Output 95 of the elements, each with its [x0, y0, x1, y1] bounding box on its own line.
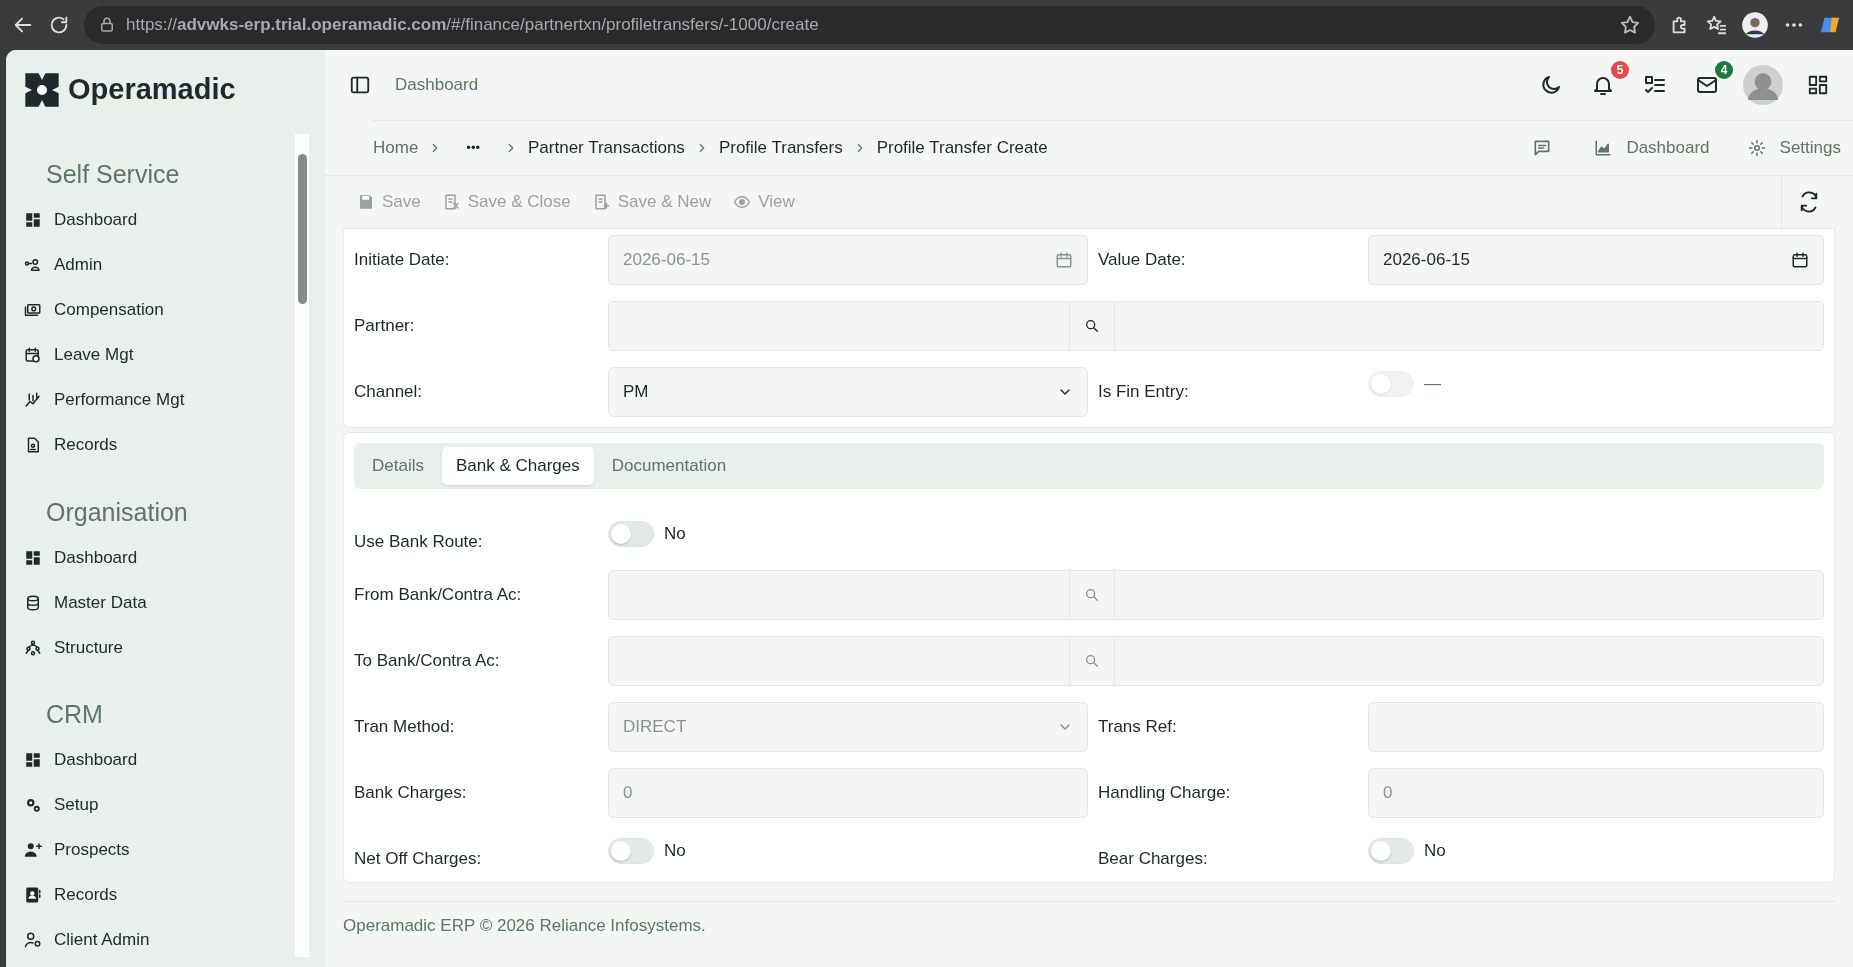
sidebar-item[interactable]: Records [24, 872, 118, 918]
field-label: Handling Charge: [1098, 782, 1232, 804]
search-icon [1084, 587, 1100, 603]
field-label: Trans Ref: [1098, 716, 1178, 738]
switch-value: — [1424, 373, 1441, 396]
field-label: Net Off Charges: [354, 848, 483, 870]
tab[interactable]: Documentation [597, 447, 741, 485]
moon-icon [1539, 73, 1563, 97]
field-label: From Bank/Contra Ac: [354, 584, 523, 606]
logo-text: Operamadic [68, 72, 236, 108]
tab[interactable]: Bank & Charges [441, 447, 594, 485]
favorites-icon[interactable] [1705, 14, 1727, 36]
dashboard-icon [24, 548, 42, 567]
logo-icon [22, 70, 62, 110]
select-field[interactable]: PM [608, 367, 1088, 417]
search-icon [1084, 318, 1100, 334]
sidebar-item[interactable]: Leave Mgt [24, 332, 134, 378]
section-heading: Self Service [45, 159, 181, 190]
chart-icon [24, 391, 42, 409]
sidebar-item[interactable]: Structure [24, 625, 123, 670]
toggle-switch[interactable] [608, 520, 654, 547]
section-heading: Organisation [45, 496, 189, 528]
field-label: Initiate Date: [354, 249, 451, 271]
lock-icon [98, 16, 116, 34]
input-field[interactable]: 0 [1368, 768, 1824, 818]
sidebar-item[interactable]: Dashboard [24, 737, 138, 783]
tab[interactable]: Details [358, 447, 438, 485]
calendar-icon [1791, 251, 1809, 269]
toggle-switch[interactable] [608, 838, 654, 864]
sidebar-item[interactable]: Client Admin [24, 917, 150, 963]
header-link[interactable]: Settings [1747, 135, 1841, 161]
sidebar-item[interactable]: Master Data [24, 580, 147, 625]
field-label: Use Bank Route: [354, 530, 484, 553]
mail-count: 4 [1715, 61, 1733, 79]
hierarchy-icon [24, 638, 42, 657]
address-bar[interactable]: https://advwks-erp.trial.operamadic.com/#/finance/partnertxn/profiletransfers/-1000/create [84, 6, 1655, 44]
sidebar-item[interactable]: Performance Mgt [24, 377, 185, 423]
field-label: Tran Method: [354, 716, 456, 738]
scrollbar[interactable] [295, 134, 309, 957]
search-icon [1084, 653, 1100, 669]
field-label: Bank Charges: [354, 782, 468, 804]
sidebar-item[interactable]: Dashboard [24, 535, 138, 580]
breadcrumb-link[interactable]: Profile Transfers [718, 135, 843, 161]
sidebar-item[interactable]: Prospects [24, 827, 130, 873]
user-settings-icon [24, 931, 42, 949]
field-label: Is Fin Entry: [1098, 381, 1190, 403]
field-label: To Bank/Contra Ac: [354, 650, 501, 672]
calendar-icon [24, 346, 42, 364]
field-label: Value Date: [1098, 249, 1187, 271]
breadcrumb-link[interactable]: Partner Transactions [528, 135, 685, 161]
notification-count: 5 [1611, 61, 1629, 79]
avatar-icon[interactable] [1741, 11, 1769, 39]
switch-value: No [1424, 840, 1446, 863]
switch-value: No [664, 840, 686, 863]
sidebar-item[interactable]: Setup [24, 782, 99, 828]
save-new-icon [592, 193, 611, 211]
panel-icon [349, 74, 371, 96]
star-icon[interactable] [1619, 14, 1641, 36]
area-chart-icon [1594, 139, 1613, 157]
input-field[interactable]: 0 [608, 768, 1088, 818]
more-link[interactable]: ••• [466, 138, 480, 158]
field-label: Bear Charges: [1098, 848, 1209, 870]
contact-book-icon [24, 886, 42, 904]
switch-value: No [664, 522, 686, 545]
sidebar-item[interactable]: Records [24, 422, 118, 468]
url-text: https://advwks-erp.trial.operamadic.com/#/finance/partnertxn/profiletransfers/-1000/create [126, 14, 819, 37]
footer-text: Operamadic ERP © 2026 Reliance Infosystems. [343, 900, 1835, 951]
input-field[interactable] [1368, 702, 1824, 752]
money-icon [24, 301, 42, 319]
toggle-switch[interactable] [1368, 838, 1414, 864]
grid-icon [1807, 74, 1829, 96]
breadcrumb-current: Profile Transfer Create [876, 137, 1048, 160]
lookup-field[interactable] [608, 301, 1824, 351]
section-heading: CRM [45, 699, 104, 730]
sidebar-item[interactable]: Compensation [24, 287, 164, 333]
sidebar-item[interactable]: Admin [24, 242, 103, 288]
header-link[interactable]: Dashboard [1594, 135, 1710, 161]
calendar-icon [1055, 251, 1073, 269]
breadcrumb-link[interactable]: Home [373, 135, 419, 161]
user-icon [24, 256, 42, 274]
page-title: Dashboard [395, 74, 479, 97]
gears-icon [24, 796, 42, 814]
dashboard-icon [24, 211, 42, 229]
save-close-icon [442, 193, 461, 211]
save-icon [357, 193, 375, 211]
add-user-icon [24, 841, 42, 859]
date-field[interactable]: 2026-06-15 [1368, 235, 1824, 285]
reload-icon[interactable] [48, 14, 70, 36]
dashboard-icon [24, 751, 42, 769]
field-label: Channel: [354, 381, 424, 403]
field-label: Partner: [354, 315, 416, 337]
database-icon [24, 593, 42, 612]
sidebar-item[interactable]: Dashboard [24, 197, 138, 243]
comment-icon [1532, 138, 1553, 158]
eye-icon [733, 193, 752, 211]
